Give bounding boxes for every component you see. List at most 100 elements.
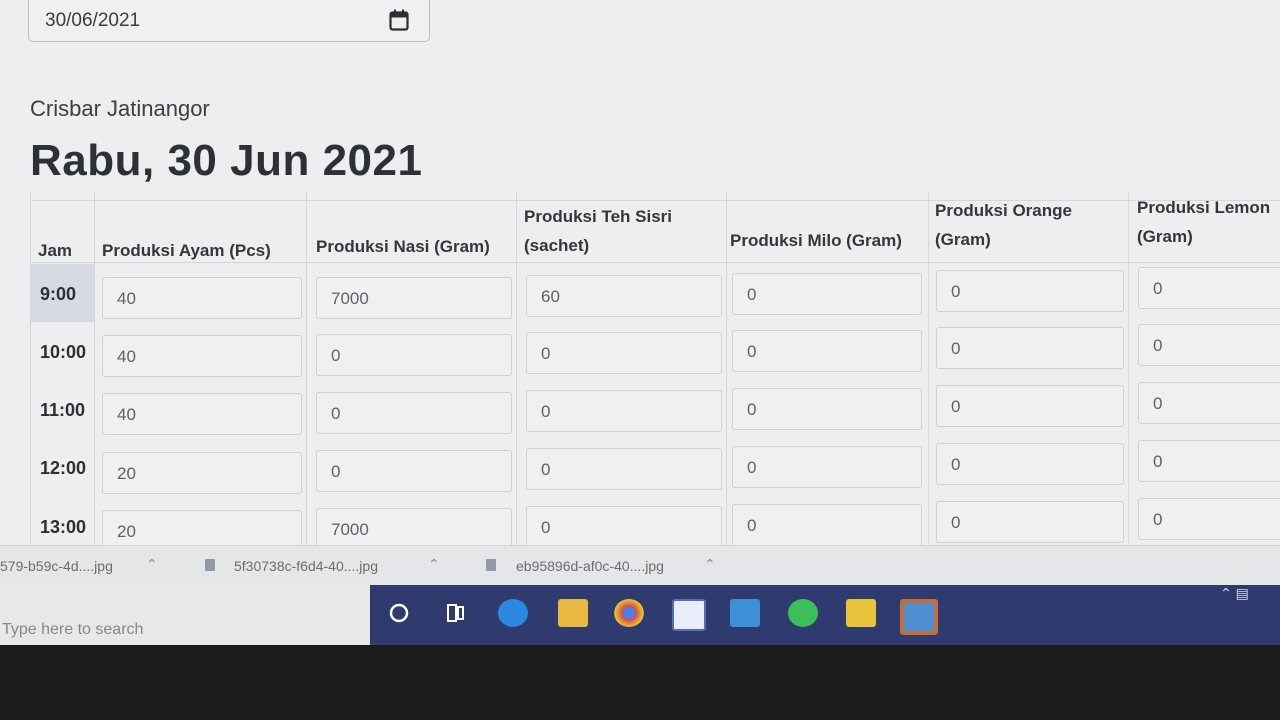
- input-value[interactable]: 0: [541, 460, 550, 480]
- input-value[interactable]: 0: [747, 285, 756, 305]
- input-orange[interactable]: 0: [936, 385, 1124, 427]
- input-value[interactable]: 0: [747, 516, 756, 536]
- table-border-top: [30, 200, 1280, 201]
- input-orange[interactable]: 0: [936, 270, 1124, 312]
- tray-chevron-up-icon[interactable]: ⌃ ▤: [1220, 585, 1280, 615]
- table-col-line: [94, 192, 95, 545]
- input-milo[interactable]: 0: [732, 388, 922, 430]
- input-value[interactable]: 7000: [331, 520, 369, 540]
- task-view-icon[interactable]: [440, 599, 470, 627]
- input-value[interactable]: 0: [951, 455, 960, 475]
- input-orange[interactable]: 0: [936, 501, 1124, 543]
- header-lemon-line1: Produksi Lemon: [1137, 198, 1271, 217]
- input-value[interactable]: 0: [1153, 279, 1162, 299]
- input-value[interactable]: 0: [951, 397, 960, 417]
- input-value[interactable]: 0: [951, 282, 960, 302]
- input-lemon[interactable]: 0: [1138, 382, 1280, 424]
- input-value[interactable]: 0: [1153, 510, 1162, 530]
- row-time: 13:00: [40, 517, 87, 537]
- input-ayam[interactable]: 40: [102, 335, 302, 377]
- input-lemon[interactable]: 0: [1138, 324, 1280, 366]
- input-teh[interactable]: 0: [526, 332, 722, 374]
- input-value[interactable]: 20: [117, 522, 136, 542]
- input-teh[interactable]: 0: [526, 448, 722, 490]
- download-item[interactable]: 5f30738c-f6d4-40....jpg: [234, 558, 378, 574]
- header-nasi: Produksi Nasi (Gram): [316, 237, 490, 256]
- input-nasi[interactable]: 7000: [316, 277, 512, 319]
- downloads-bar: 579-b59c-4d....jpg ⌃ 5f30738c-f6d4-40...…: [0, 545, 1280, 586]
- input-ayam[interactable]: 20: [102, 510, 302, 545]
- input-value[interactable]: 40: [117, 347, 136, 367]
- input-teh[interactable]: 0: [526, 390, 722, 432]
- input-value[interactable]: 0: [951, 339, 960, 359]
- input-value[interactable]: 0: [1153, 336, 1162, 356]
- input-value[interactable]: 0: [331, 462, 340, 482]
- input-value[interactable]: 20: [117, 464, 136, 484]
- input-milo[interactable]: 0: [732, 446, 922, 488]
- input-value[interactable]: 0: [331, 346, 340, 366]
- input-nasi[interactable]: 7000: [316, 508, 512, 545]
- input-ayam[interactable]: 20: [102, 452, 302, 494]
- input-lemon[interactable]: 0: [1138, 267, 1280, 309]
- file-explorer-icon[interactable]: [558, 599, 588, 627]
- production-table: Jam Produksi Ayam (Pcs) Produksi Nasi (G…: [30, 192, 1280, 545]
- chrome-icon[interactable]: [614, 599, 644, 627]
- input-value[interactable]: 0: [747, 400, 756, 420]
- table-col-line: [928, 192, 929, 545]
- screen-bezel: [0, 645, 1280, 720]
- input-milo[interactable]: 0: [732, 273, 922, 315]
- input-milo[interactable]: 0: [732, 330, 922, 372]
- input-milo[interactable]: 0: [732, 504, 922, 545]
- calendar-icon[interactable]: [389, 9, 409, 31]
- input-teh[interactable]: 60: [526, 275, 722, 317]
- cortana-icon[interactable]: [384, 599, 414, 627]
- edge-icon[interactable]: [498, 599, 528, 627]
- chevron-up-icon[interactable]: ⌃: [146, 556, 158, 573]
- store-icon[interactable]: [672, 599, 706, 631]
- sticky-notes-icon[interactable]: [846, 599, 876, 627]
- input-lemon[interactable]: 0: [1138, 498, 1280, 540]
- header-milo: Produksi Milo (Gram): [730, 231, 902, 250]
- date-input-value[interactable]: 30/06/2021: [45, 10, 140, 32]
- input-ayam[interactable]: 40: [102, 393, 302, 435]
- search-placeholder[interactable]: Type here to search: [2, 621, 143, 639]
- input-value[interactable]: 7000: [331, 289, 369, 309]
- chevron-up-icon[interactable]: ⌃: [704, 556, 716, 573]
- input-lemon[interactable]: 0: [1138, 440, 1280, 482]
- chevron-up-icon[interactable]: ⌃: [428, 556, 440, 573]
- input-nasi[interactable]: 0: [316, 450, 512, 492]
- input-value[interactable]: 0: [541, 518, 550, 538]
- input-value[interactable]: 0: [951, 513, 960, 533]
- input-nasi[interactable]: 0: [316, 334, 512, 376]
- download-item[interactable]: eb95896d-af0c-40....jpg: [516, 558, 664, 574]
- file-icon: [205, 559, 215, 571]
- windows-taskbar: Type here to search ⌃ ▤: [0, 585, 1280, 645]
- input-value[interactable]: 0: [1153, 394, 1162, 414]
- input-ayam[interactable]: 40: [102, 277, 302, 319]
- input-value[interactable]: 0: [541, 344, 550, 364]
- header-orange-line2: (Gram): [935, 230, 991, 249]
- download-item[interactable]: 579-b59c-4d....jpg: [0, 558, 113, 574]
- input-value[interactable]: 40: [117, 289, 136, 309]
- day-title: Rabu, 30 Jun 2021: [30, 136, 423, 185]
- input-orange[interactable]: 0: [936, 443, 1124, 485]
- table-col-line: [1128, 192, 1129, 545]
- input-value[interactable]: 0: [747, 458, 756, 478]
- photos-icon[interactable]: [900, 599, 938, 635]
- input-value[interactable]: 0: [747, 342, 756, 362]
- header-teh-line1: Produksi Teh Sisri: [524, 207, 673, 226]
- whatsapp-icon[interactable]: [788, 599, 818, 627]
- taskbar-search[interactable]: Type here to search: [0, 585, 370, 645]
- input-value[interactable]: 60: [541, 287, 560, 307]
- input-value[interactable]: 0: [331, 404, 340, 424]
- input-orange[interactable]: 0: [936, 327, 1124, 369]
- web-page: 30/06/2021 Crisbar Jatinangor Rabu, 30 J…: [0, 0, 1280, 545]
- input-value[interactable]: 0: [1153, 452, 1162, 472]
- mail-icon[interactable]: [730, 599, 760, 627]
- header-jam: Jam: [38, 241, 73, 260]
- input-teh[interactable]: 0: [526, 506, 722, 545]
- input-value[interactable]: 40: [117, 405, 136, 425]
- date-input[interactable]: 30/06/2021: [28, 0, 430, 42]
- input-nasi[interactable]: 0: [316, 392, 512, 434]
- input-value[interactable]: 0: [541, 402, 550, 422]
